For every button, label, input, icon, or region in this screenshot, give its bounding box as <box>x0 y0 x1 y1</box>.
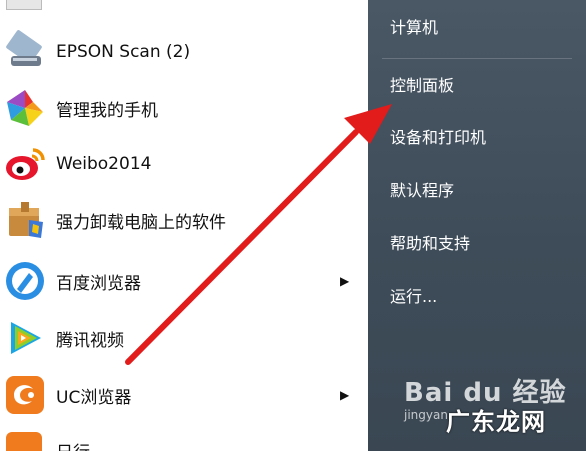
document-icon <box>6 0 42 10</box>
tencent-video-icon <box>2 315 48 361</box>
program-item-weibo[interactable]: Weibo2014 <box>0 136 368 192</box>
epson-scan-icon <box>2 29 48 75</box>
program-item-uninstaller[interactable]: 强力卸载电脑上的软件 <box>0 192 368 248</box>
site-watermark: 广东龙网 <box>446 408 546 436</box>
program-item-baidu-browser[interactable]: 百度浏览器 ▶ <box>0 253 368 309</box>
program-label: 百度浏览器 <box>56 273 141 294</box>
menu-item-devices-printers[interactable]: 设备和打印机 <box>390 124 486 148</box>
uninstaller-icon <box>2 197 48 243</box>
program-item-tencent-video[interactable]: 腾讯视频 <box>0 310 368 366</box>
weibo-icon <box>2 141 48 187</box>
program-label: 腾讯视频 <box>56 330 124 351</box>
submenu-arrow-icon[interactable]: ▶ <box>340 388 349 402</box>
phone-manager-icon <box>2 85 48 131</box>
baidu-browser-icon <box>2 258 48 304</box>
menu-item-help-support[interactable]: 帮助和支持 <box>390 230 470 254</box>
program-item-phone-manager[interactable]: 管理我的手机 <box>0 80 368 136</box>
program-label: 管理我的手机 <box>56 100 158 121</box>
submenu-arrow-icon[interactable]: ▶ <box>340 274 349 288</box>
program-list: EPSON Scan (2) 管理我的手机 Weibo2014 强力卸载电脑上的… <box>0 0 368 451</box>
divider <box>382 58 572 59</box>
program-label: 强力卸载电脑上的软件 <box>56 212 226 233</box>
program-label: UC浏览器 <box>56 387 132 408</box>
menu-item-control-panel[interactable]: 控制面板 <box>390 72 454 96</box>
calendar-icon <box>6 432 42 451</box>
menu-item-run[interactable]: 运行... <box>390 283 437 307</box>
jingyan-watermark: jingyan <box>404 408 448 422</box>
menu-item-default-programs[interactable]: 默认程序 <box>390 177 454 201</box>
menu-item-computer[interactable]: 计算机 <box>390 14 438 38</box>
uc-browser-icon <box>2 372 48 418</box>
partial-program-item[interactable]: 日行 <box>0 430 368 451</box>
program-label: Weibo2014 <box>56 154 152 174</box>
program-item-epson-scan[interactable]: EPSON Scan (2) <box>0 24 368 80</box>
program-label: EPSON Scan (2) <box>56 42 191 62</box>
program-item-uc-browser[interactable]: UC浏览器 ▶ <box>0 367 368 423</box>
partial-program-item[interactable] <box>0 0 368 10</box>
program-label: 日行 <box>56 438 90 451</box>
